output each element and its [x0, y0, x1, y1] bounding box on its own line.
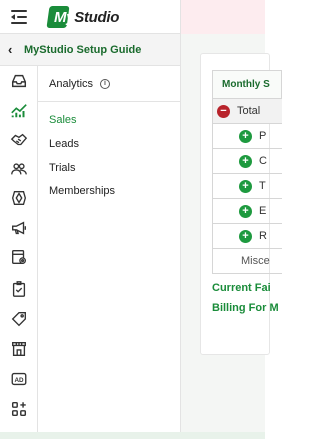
table-row-misc[interactable]: Misce	[212, 249, 282, 274]
table-row[interactable]: + R	[212, 224, 282, 249]
current-failed-link[interactable]: Current Fai	[212, 282, 271, 294]
row-label: P	[259, 130, 267, 142]
analytics-icon[interactable]	[9, 101, 29, 121]
programs-icon[interactable]	[9, 188, 29, 208]
megaphone-icon[interactable]	[9, 218, 29, 238]
logo-text: MyStudio	[54, 8, 120, 26]
table-row-total[interactable]: − Total	[212, 99, 282, 124]
expand-plus-icon[interactable]: +	[239, 179, 252, 193]
table-row[interactable]: + E	[212, 199, 282, 224]
table-row[interactable]: + P	[212, 124, 282, 149]
setup-guide-label[interactable]: MyStudio Setup Guide	[24, 44, 141, 56]
handshake-icon[interactable]	[9, 130, 29, 150]
submenu-title: Analytics	[49, 77, 94, 90]
top-bar-brand-area: MyStudio	[0, 0, 181, 34]
submenu-item-leads[interactable]: Leads	[49, 138, 79, 150]
expand-plus-icon[interactable]: +	[239, 129, 252, 143]
mystudio-logo[interactable]: MyStudio	[46, 6, 120, 28]
row-label: E	[259, 205, 267, 217]
collapse-minus-icon[interactable]: −	[217, 104, 230, 118]
setup-guide-bar[interactable]: ‹ MyStudio Setup Guide	[0, 34, 181, 66]
expand-plus-icon[interactable]: +	[239, 229, 252, 243]
top-bar: MyStudio	[0, 0, 265, 34]
top-bar-alert-area	[181, 0, 265, 34]
settings-page-icon[interactable]	[9, 247, 29, 267]
table-header: Monthly S	[212, 70, 282, 99]
inbox-icon[interactable]	[9, 71, 29, 91]
sales-card: Monthly S − Total + P + C + T + E + R Mi…	[200, 53, 282, 355]
billing-for-link[interactable]: Billing For M	[212, 302, 279, 314]
bottom-strip	[0, 432, 265, 439]
row-label: C	[259, 155, 267, 167]
submenu-header: Analytics i	[38, 66, 180, 102]
monthly-sales-table: Monthly S − Total + P + C + T + E + R Mi…	[212, 70, 282, 274]
row-label: T	[259, 180, 266, 192]
chevron-left-icon[interactable]: ‹	[8, 42, 22, 57]
submenu-item-sales[interactable]: Sales	[49, 114, 77, 126]
tag-icon[interactable]	[9, 309, 29, 329]
main-content: Monthly S − Total + P + C + T + E + R Mi…	[181, 34, 282, 439]
icon-rail: AD	[0, 66, 38, 439]
expand-plus-icon[interactable]: +	[239, 204, 252, 218]
table-row[interactable]: + C	[212, 149, 282, 174]
store-icon[interactable]	[9, 339, 29, 359]
misc-label: Misce	[241, 255, 270, 267]
svg-text:AD: AD	[14, 377, 24, 384]
info-icon[interactable]: i	[100, 78, 111, 89]
checklist-icon[interactable]	[9, 279, 29, 299]
table-row[interactable]: + T	[212, 174, 282, 199]
hamburger-menu-icon[interactable]	[11, 10, 27, 24]
submenu-item-trials[interactable]: Trials	[49, 162, 75, 174]
submenu-item-memberships[interactable]: Memberships	[49, 185, 115, 197]
apps-icon[interactable]	[9, 399, 29, 419]
members-icon[interactable]	[9, 159, 29, 179]
expand-plus-icon[interactable]: +	[239, 154, 252, 168]
analytics-submenu: Analytics i Sales Leads Trials Membershi…	[38, 66, 181, 439]
ad-icon[interactable]: AD	[9, 369, 29, 389]
row-label: R	[259, 230, 267, 242]
total-label: Total	[237, 105, 261, 117]
